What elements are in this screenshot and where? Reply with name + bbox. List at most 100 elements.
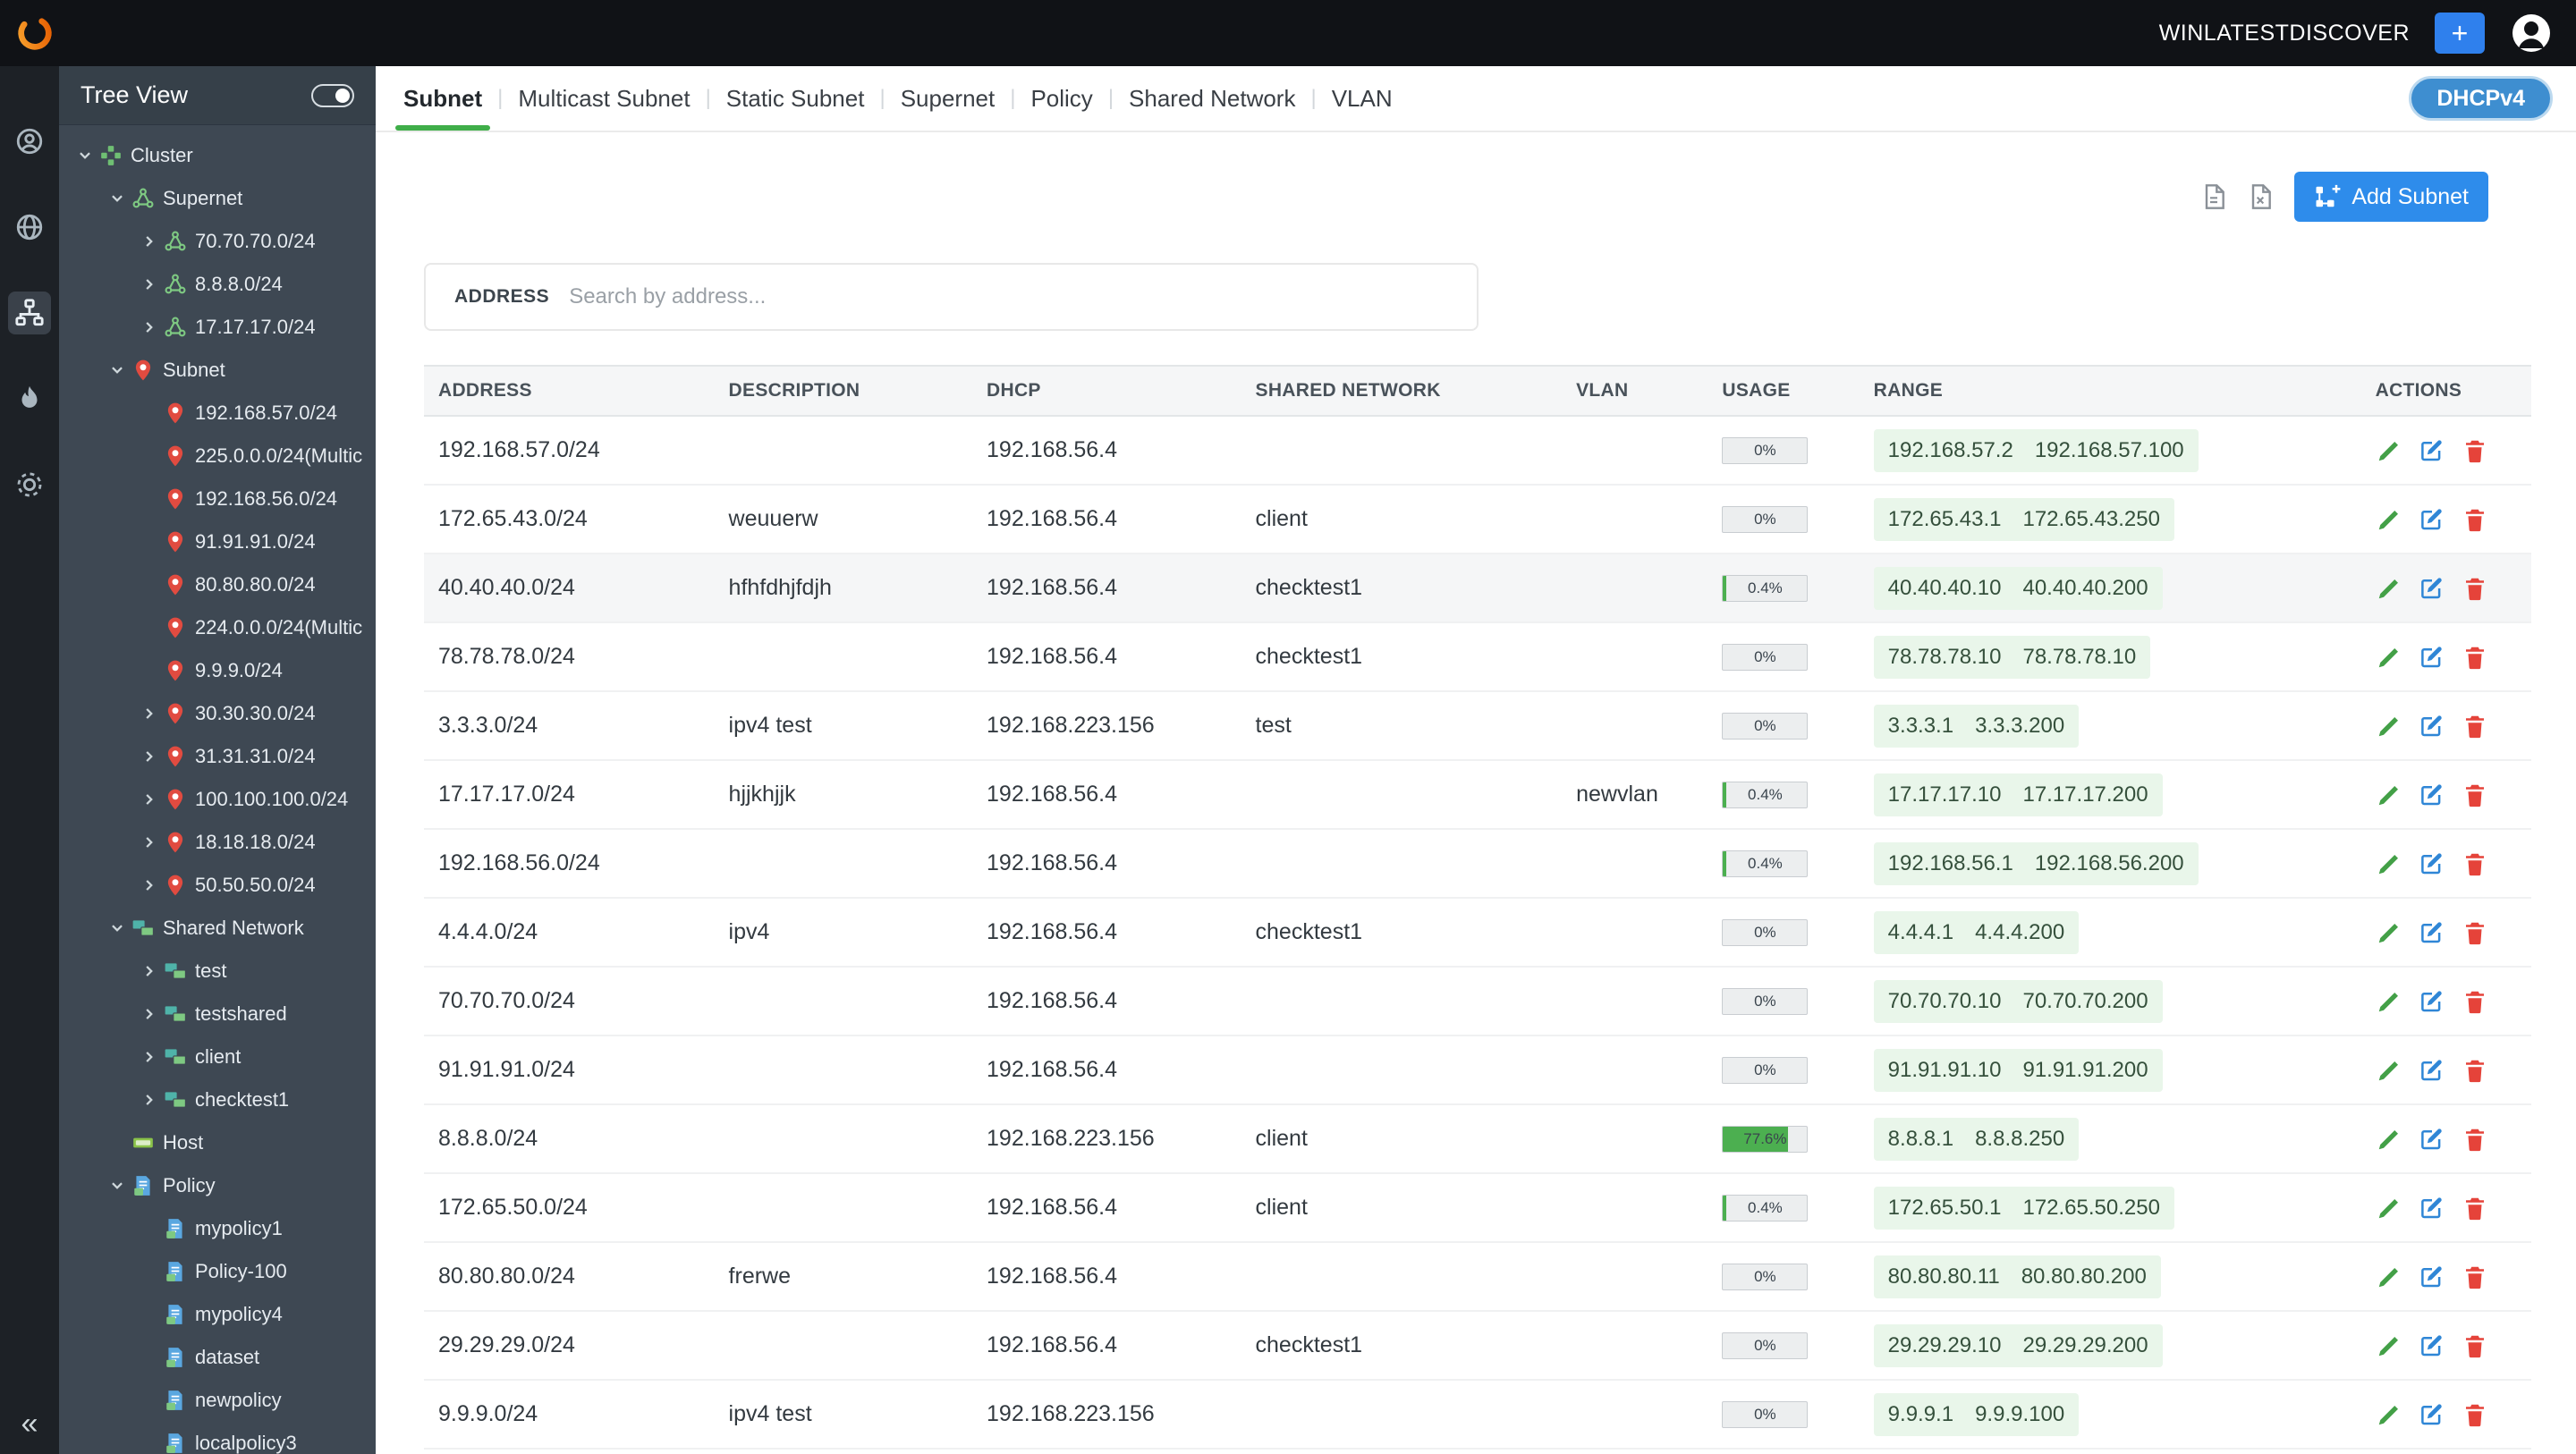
dns-globe-icon[interactable] [8,206,51,249]
delete-icon[interactable] [2462,1126,2488,1153]
tab-vlan[interactable]: VLAN [1317,66,1408,131]
chevron-right-icon[interactable] [136,1049,163,1065]
tree-item[interactable]: 17.17.17.0/24 [59,306,376,349]
tree-item[interactable]: Policy-100 [59,1250,376,1293]
edit-icon[interactable] [2419,1332,2445,1359]
tab-multicast-subnet[interactable]: Multicast Subnet [503,66,705,131]
settings-gear-icon[interactable] [8,463,51,506]
pen-icon[interactable] [2376,1401,2402,1428]
table-row[interactable]: 192.168.56.0/24192.168.56.40.4%192.168.5… [424,829,2531,898]
pdf-export-icon[interactable] [2199,182,2228,211]
table-row[interactable]: 17.17.17.0/24hjjkhjjk192.168.56.4newvlan… [424,760,2531,829]
tree-item[interactable]: checktest1 [59,1078,376,1121]
edit-icon[interactable] [2419,919,2445,946]
table-row[interactable]: 3.3.3.0/24ipv4 test192.168.223.156test0%… [424,691,2531,760]
delete-icon[interactable] [2462,575,2488,602]
table-row[interactable]: 172.65.50.0/24192.168.56.4client0.4%172.… [424,1173,2531,1242]
tree-item[interactable]: Cluster [59,134,376,177]
tree-item[interactable]: Supernet [59,177,376,220]
delete-icon[interactable] [2462,1401,2488,1428]
tree-item[interactable]: 8.8.8.0/24 [59,263,376,306]
pen-icon[interactable] [2376,850,2402,877]
user-icon[interactable] [8,120,51,163]
delete-icon[interactable] [2462,1057,2488,1084]
edit-icon[interactable] [2419,1057,2445,1084]
pen-icon[interactable] [2376,919,2402,946]
tree-item[interactable]: 91.91.91.0/24 [59,520,376,563]
delete-icon[interactable] [2462,988,2488,1015]
delete-icon[interactable] [2462,1264,2488,1290]
dhcp-version-button[interactable]: DHCPv4 [2409,76,2553,121]
tree-view-toggle[interactable] [311,84,354,107]
pen-icon[interactable] [2376,988,2402,1015]
add-subnet-button[interactable]: Add Subnet [2294,172,2488,222]
delete-icon[interactable] [2462,1195,2488,1222]
edit-icon[interactable] [2419,1264,2445,1290]
avatar-icon[interactable] [2510,12,2553,55]
edit-icon[interactable] [2419,713,2445,740]
tab-subnet[interactable]: Subnet [388,66,497,131]
tab-shared-network[interactable]: Shared Network [1114,66,1310,131]
delete-icon[interactable] [2462,437,2488,464]
chevron-down-icon[interactable] [104,1178,131,1194]
table-row[interactable]: 9.9.9.0/24ipv4 test192.168.223.1560%9.9.… [424,1380,2531,1449]
chevron-right-icon[interactable] [136,791,163,807]
add-button[interactable]: + [2435,13,2485,54]
tab-policy[interactable]: Policy [1015,66,1107,131]
delete-icon[interactable] [2462,644,2488,671]
edit-icon[interactable] [2419,988,2445,1015]
edit-icon[interactable] [2419,1126,2445,1153]
excel-export-icon[interactable] [2246,182,2275,211]
chevron-right-icon[interactable] [136,877,163,893]
table-row[interactable]: 91.91.91.0/24192.168.56.40%91.91.91.1091… [424,1036,2531,1104]
chevron-right-icon[interactable] [136,834,163,850]
tree-item[interactable]: 30.30.30.0/24 [59,692,376,735]
pen-icon[interactable] [2376,1195,2402,1222]
chevron-right-icon[interactable] [136,233,163,249]
table-row[interactable]: 192.168.57.0/24192.168.56.40%192.168.57.… [424,416,2531,485]
tree-item[interactable]: 70.70.70.0/24 [59,220,376,263]
table-row[interactable]: 4.4.4.0/24ipv4192.168.56.4checktest10%4.… [424,898,2531,967]
table-row[interactable]: 8.8.8.0/24192.168.223.156client77.6%8.8.… [424,1104,2531,1173]
table-row[interactable]: 40.40.40.0/24hfhfdhjfdjh192.168.56.4chec… [424,554,2531,622]
pen-icon[interactable] [2376,1332,2402,1359]
edit-icon[interactable] [2419,506,2445,533]
tree-item[interactable]: dataset [59,1336,376,1379]
dhcp-flame-icon[interactable] [8,377,51,420]
pen-icon[interactable] [2376,782,2402,808]
chevron-right-icon[interactable] [136,748,163,765]
pen-icon[interactable] [2376,575,2402,602]
edit-icon[interactable] [2419,850,2445,877]
ipam-icon[interactable] [8,292,51,334]
tree-item[interactable]: 224.0.0.0/24(Multic [59,606,376,649]
tree-item[interactable]: 225.0.0.0/24(Multic [59,435,376,478]
tree-item[interactable]: 18.18.18.0/24 [59,821,376,864]
tree-item[interactable]: 31.31.31.0/24 [59,735,376,778]
tab-supernet[interactable]: Supernet [886,66,1011,131]
table-row[interactable]: 29.29.29.0/24192.168.56.4checktest10%29.… [424,1311,2531,1380]
table-row[interactable]: 78.78.78.0/24192.168.56.4checktest10%78.… [424,622,2531,691]
tree-item[interactable]: mypolicy4 [59,1293,376,1336]
delete-icon[interactable] [2462,850,2488,877]
tree-item[interactable]: 9.9.9.0/24 [59,649,376,692]
tree-item[interactable]: testshared [59,993,376,1036]
pen-icon[interactable] [2376,1264,2402,1290]
pen-icon[interactable] [2376,1057,2402,1084]
pen-icon[interactable] [2376,1126,2402,1153]
pen-icon[interactable] [2376,644,2402,671]
tree-item[interactable]: 192.168.57.0/24 [59,392,376,435]
edit-icon[interactable] [2419,1195,2445,1222]
chevron-down-icon[interactable] [104,920,131,936]
tree-item[interactable]: newpolicy [59,1379,376,1422]
tab-static-subnet[interactable]: Static Subnet [711,66,880,131]
search-input[interactable] [569,284,1455,309]
chevron-right-icon[interactable] [136,963,163,979]
tree-item[interactable]: Shared Network [59,907,376,950]
delete-icon[interactable] [2462,919,2488,946]
table-row[interactable]: 70.70.70.0/24192.168.56.40%70.70.70.1070… [424,967,2531,1036]
tree-item[interactable]: Host [59,1121,376,1164]
delete-icon[interactable] [2462,506,2488,533]
delete-icon[interactable] [2462,1332,2488,1359]
table-row[interactable]: 172.65.43.0/24weuuerw192.168.56.4client0… [424,485,2531,554]
tree-item[interactable]: 192.168.56.0/24 [59,478,376,520]
